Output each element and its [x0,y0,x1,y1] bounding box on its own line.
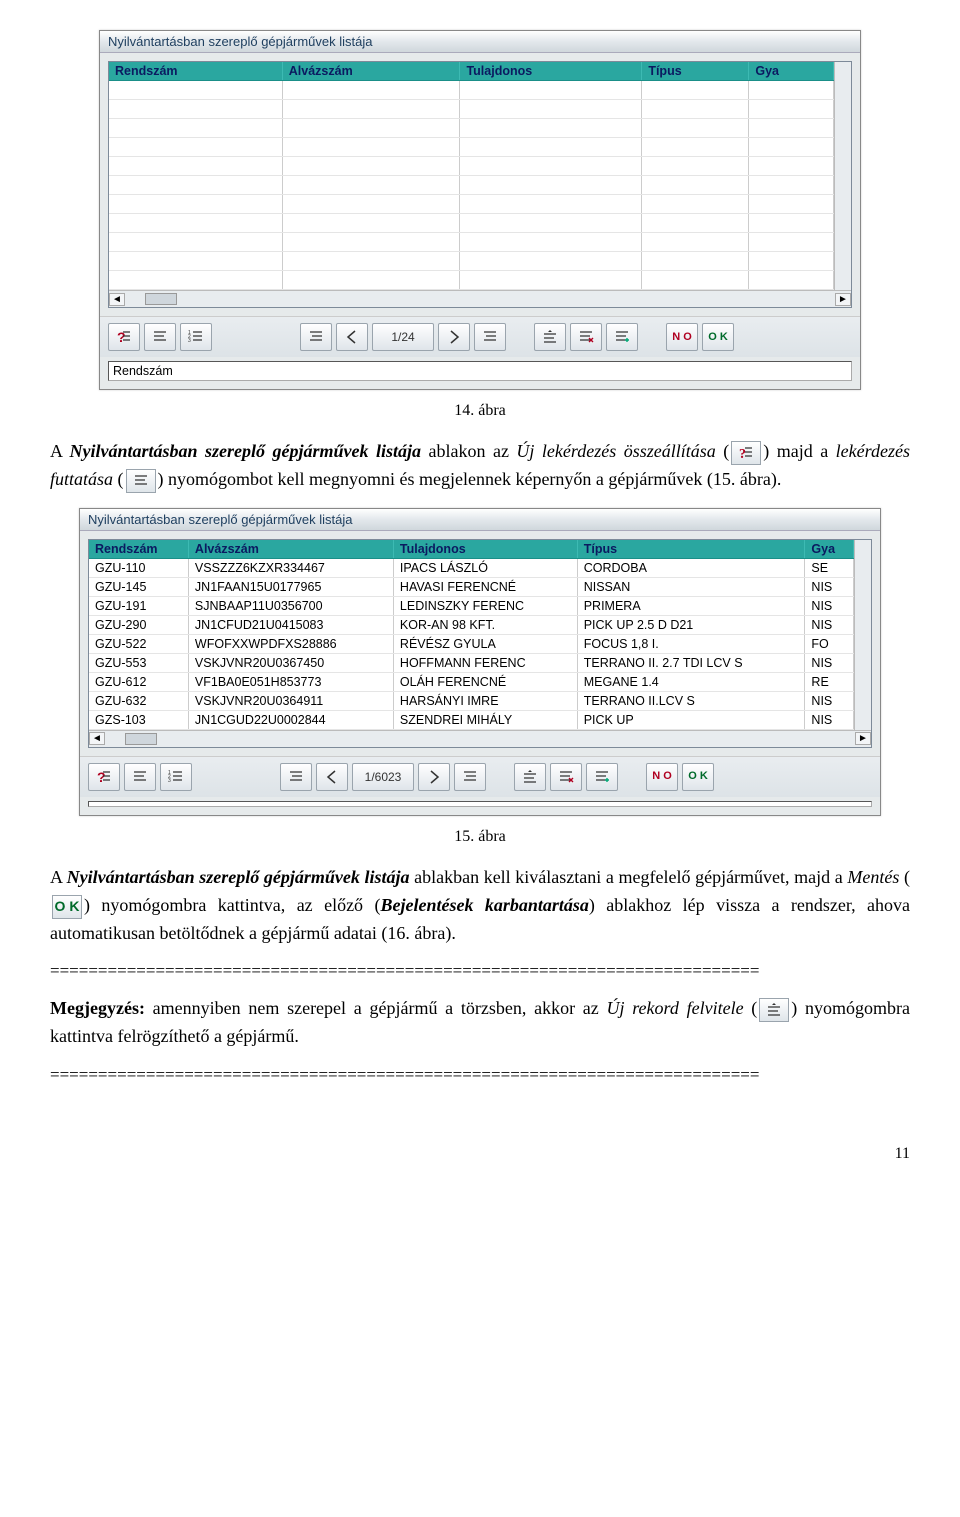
record-counter: 1/24 [372,323,434,351]
table-row[interactable] [109,157,834,176]
table-row[interactable]: GZS-103JN1CGUD22U0002844SZENDREI MIHÁLYP… [89,710,854,729]
figure-caption-14: 14. ábra [50,402,910,420]
next-record-button[interactable] [438,323,470,351]
next-record-button[interactable] [418,763,450,791]
delete-record-button[interactable] [550,763,582,791]
align-left-button[interactable] [280,763,312,791]
run-query-button[interactable] [144,323,176,351]
vehicle-table[interactable]: RendszámAlvázszámTulajdonosTípusGya GZU-… [89,540,854,730]
delete-record-button[interactable] [570,323,602,351]
column-header[interactable]: Rendszám [89,540,188,559]
list-button[interactable] [180,323,212,351]
new-query-button[interactable] [108,323,140,351]
ok-icon: O K [52,895,82,919]
table-row[interactable]: GZU-612VF1BA0E051H853773OLÁH FERENCNÉMEG… [89,672,854,691]
record-counter: 1/6023 [352,763,414,791]
column-header[interactable]: Gya [749,62,834,81]
run-query-button[interactable] [124,763,156,791]
table-row[interactable]: GZU-191SJNBAAP11U0356700LEDINSZKY FERENC… [89,596,854,615]
column-header[interactable]: Gya [805,540,854,559]
new-query-icon [731,441,761,465]
table-row[interactable] [109,100,834,119]
new-record-icon [759,998,789,1022]
vehicle-table-empty: RendszámAlvázszámTulajdonosTípusGya [109,62,834,290]
align-right-button[interactable] [474,323,506,351]
align-right-button[interactable] [454,763,486,791]
vehicle-list-window-filled: Nyilvántartásban szereplő gépjárművek li… [79,508,881,816]
toolbar: 1/6023 N O O K [80,756,880,797]
table-row[interactable]: GZU-290JN1CFUD21U0415083KOR-AN 98 KFT.PI… [89,615,854,634]
table-row[interactable] [109,271,834,290]
paragraph-1: A Nyilvántartásban szereplő gépjárművek … [50,438,910,494]
table-row[interactable] [109,119,834,138]
cancel-button[interactable]: N O [646,763,678,791]
column-header[interactable]: Rendszám [109,62,282,81]
horizontal-scrollbar[interactable]: ◄ ► [109,290,851,307]
prev-record-button[interactable] [336,323,368,351]
table-row[interactable] [109,138,834,157]
table-row[interactable]: GZU-110VSSZZZ6KZXR334467IPACS LÁSZLÓCORD… [89,558,854,577]
footer-field[interactable]: Rendszám [108,361,852,381]
footer-field[interactable] [88,801,872,807]
list-button[interactable] [160,763,192,791]
paragraph-2: A Nyilvántartásban szereplő gépjárművek … [50,864,910,948]
table-row[interactable]: GZU-632VSKJVNR20U0364911HARSÁNYI IMRETER… [89,691,854,710]
table-row[interactable]: GZU-553VSKJVNR20U0367450HOFFMANN FERENCT… [89,653,854,672]
table-row[interactable] [109,195,834,214]
table-row[interactable]: GZU-522WFOFXXWPDFXS28886RÉVÉSZ GYULAFOCU… [89,634,854,653]
table-row[interactable] [109,233,834,252]
new-record-button[interactable] [514,763,546,791]
table-row[interactable] [109,214,834,233]
toolbar: 1/24 N O O K [100,316,860,357]
new-query-button[interactable] [88,763,120,791]
horizontal-scrollbar[interactable]: ◄ ► [89,730,871,747]
vertical-scrollbar[interactable] [834,62,851,290]
separator-line: ========================================… [50,961,910,981]
column-header[interactable]: Alvázszám [188,540,393,559]
figure-caption-15: 15. ábra [50,828,910,846]
align-left-button[interactable] [300,323,332,351]
window-title: Nyilvántartásban szereplő gépjárművek li… [80,509,880,531]
column-header[interactable]: Alvázszám [282,62,460,81]
prev-record-button[interactable] [316,763,348,791]
new-record-button[interactable] [534,323,566,351]
window-title: Nyilvántartásban szereplő gépjárművek li… [100,31,860,53]
save-button[interactable]: O K [682,763,714,791]
insert-record-button[interactable] [586,763,618,791]
column-header[interactable]: Tulajdonos [393,540,577,559]
table-row[interactable] [109,176,834,195]
insert-record-button[interactable] [606,323,638,351]
page-number: 11 [50,1145,910,1163]
table-row[interactable] [109,81,834,100]
note-paragraph: Megjegyzés: amennyiben nem szerepel a gé… [50,995,910,1051]
vehicle-list-window-empty: Nyilvántartásban szereplő gépjárművek li… [99,30,861,390]
column-header[interactable]: Típus [642,62,749,81]
table-row[interactable]: GZU-145JN1FAAN15U0177965HAVASI FERENCNÉN… [89,577,854,596]
vertical-scrollbar[interactable] [854,540,871,730]
column-header[interactable]: Típus [577,540,805,559]
column-header[interactable]: Tulajdonos [460,62,642,81]
run-query-icon [126,469,156,493]
table-row[interactable] [109,252,834,271]
cancel-button[interactable]: N O [666,323,698,351]
separator-line: ========================================… [50,1065,910,1085]
save-button[interactable]: O K [702,323,734,351]
